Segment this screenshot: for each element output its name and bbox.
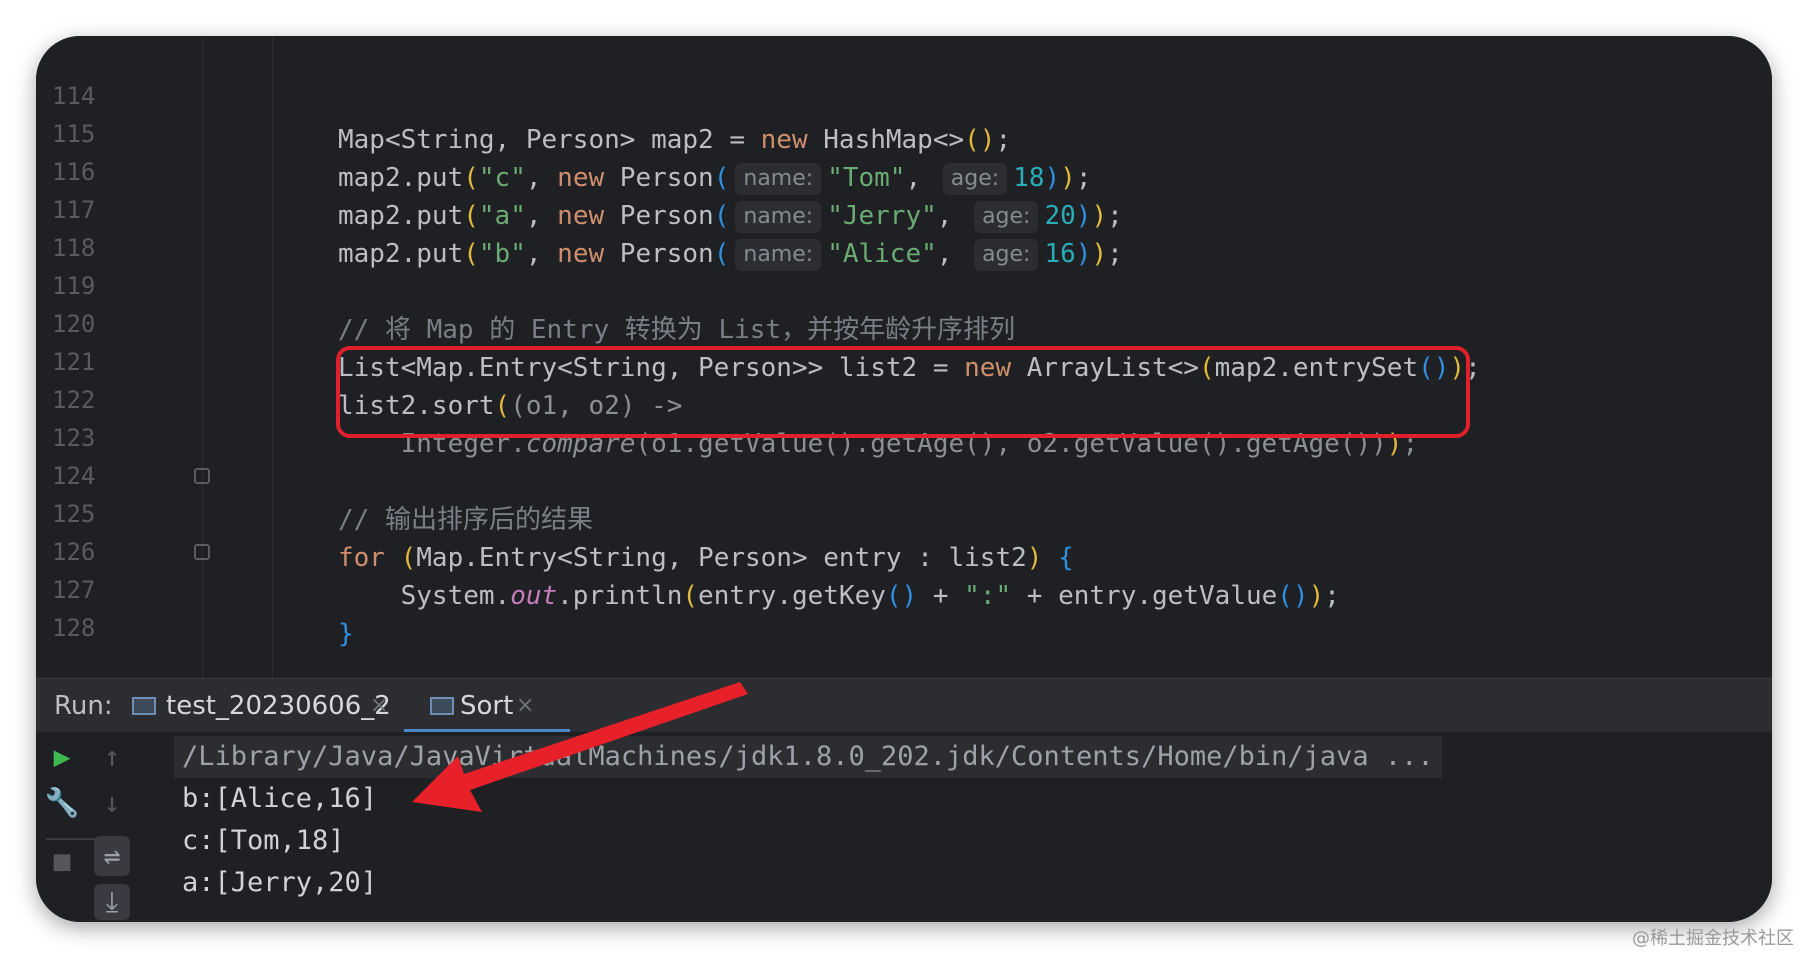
watermark: @稀土掘金技术社区 <box>1632 928 1794 949</box>
annotation-arrow <box>412 682 748 812</box>
arrow-shape <box>412 682 748 812</box>
